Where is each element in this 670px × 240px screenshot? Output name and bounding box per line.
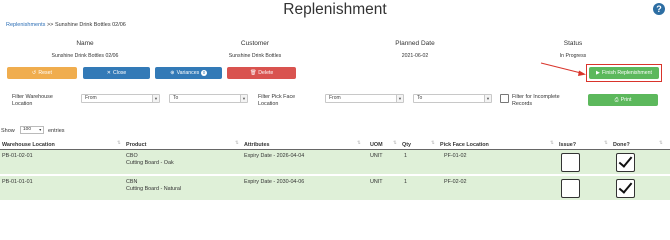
reset-button[interactable]: ↺ Reset [7, 67, 77, 79]
cell-warehouse-location: PB-01-01-01 [2, 179, 33, 185]
cell-product-code: CBO [126, 153, 138, 159]
issue-checkbox[interactable] [561, 179, 580, 198]
breadcrumb-separator: >> [46, 22, 54, 28]
pickface-from-value: From [329, 95, 341, 101]
sort-icon[interactable]: ⇅ [604, 140, 608, 146]
filter-pickface-label-line2: Location [258, 101, 279, 107]
cell-qty: 1 [404, 179, 407, 185]
chevron-down-icon: ▼ [38, 128, 42, 132]
warehouse-to-select[interactable]: To ▼ [169, 94, 248, 103]
show-label: Show [1, 128, 15, 134]
delete-button-label: Delete [258, 70, 274, 76]
cell-uom: UNIT [370, 179, 383, 185]
delete-button[interactable]: 🗑 Delete [227, 67, 296, 79]
filter-incomplete-label-line2: Records [512, 101, 533, 107]
sort-icon[interactable]: ⇅ [357, 140, 361, 146]
col-qty[interactable]: Qty [402, 142, 411, 148]
cell-attributes: Expiry Date - 2030-04-06 [244, 179, 305, 185]
cell-product-name: Cutting Board - Oak [126, 160, 174, 166]
undo-icon: ↺ [32, 70, 37, 76]
table-row: PB-01-02-01 CBO Cutting Board - Oak Expi… [0, 150, 670, 175]
done-checkbox[interactable] [616, 153, 635, 172]
filter-warehouse-label: Filter Warehouse Location [12, 94, 53, 108]
sort-icon[interactable]: ⇅ [235, 140, 239, 146]
incomplete-records-checkbox[interactable] [500, 94, 509, 103]
filter-warehouse-label-line1: Filter Warehouse [12, 94, 53, 100]
col-attributes[interactable]: Attributes [244, 142, 269, 148]
table-row: PB-01-01-01 CBN Cutting Board - Natural … [0, 176, 670, 201]
name-label: Name [76, 40, 94, 47]
filter-incomplete-label-line1: Filter for Incomplete [512, 94, 560, 100]
sort-icon[interactable]: ⇅ [117, 140, 121, 146]
variances-count-badge: 0 [201, 70, 207, 76]
print-button[interactable]: ⎙ Print [588, 94, 658, 106]
filter-pickface-label: Filter Pick Face Location [258, 94, 295, 108]
finish-replenishment-label: Finish Replenishment [602, 70, 652, 76]
entries-per-page-select[interactable]: 100 ▼ [20, 126, 44, 134]
planned-date-value: 2021-06-02 [401, 53, 429, 59]
question-circle-icon[interactable]: ? [653, 3, 665, 15]
breadcrumb-replenishments-link[interactable]: Replenishments [6, 22, 45, 28]
col-uom[interactable]: UOM [370, 142, 383, 148]
breadcrumb: Replenishments >> Sunshine Drink Bottles… [6, 22, 126, 28]
customer-label: Customer [240, 40, 270, 47]
cell-product-name: Cutting Board - Natural [126, 186, 182, 192]
cell-uom: UNIT [370, 153, 383, 159]
warehouse-from-select[interactable]: From ▼ [81, 94, 160, 103]
pickface-from-select[interactable]: From ▼ [325, 94, 404, 103]
name-value: Sunshine Drink Bottles 02/06 [51, 53, 119, 59]
chevron-down-icon: ▼ [484, 95, 491, 102]
cell-attributes: Expiry Date - 2026-04-04 [244, 153, 305, 159]
page-title: Replenishment [283, 1, 387, 18]
pickface-to-select[interactable]: To ▼ [413, 94, 492, 103]
cell-pick-face-location: PF-02-02 [444, 179, 467, 185]
cell-warehouse-location: PB-01-02-01 [2, 153, 33, 159]
reset-button-label: Reset [38, 70, 52, 76]
status-label: Status [563, 40, 583, 47]
pickface-to-value: To [417, 95, 423, 101]
cell-qty: 1 [404, 153, 407, 159]
sort-icon[interactable]: ⇅ [550, 140, 554, 146]
chevron-down-icon: ▼ [396, 95, 403, 102]
col-product[interactable]: Product [126, 142, 146, 148]
col-done[interactable]: Done? [613, 142, 630, 148]
status-value: In Progress [559, 53, 587, 59]
entries-per-page-value: 100 [23, 127, 32, 132]
customer-value: Sunshine Drink Bottles [228, 53, 282, 59]
warehouse-from-value: From [85, 95, 97, 101]
play-icon: ▶ [596, 70, 601, 76]
chevron-down-icon: ▼ [152, 95, 159, 102]
print-button-label: Print [620, 97, 632, 103]
entries-label: entries [48, 128, 65, 134]
col-pick-face-location[interactable]: Pick Face Location [440, 142, 489, 148]
variances-button[interactable]: ⊕ Variances 0 [155, 67, 222, 79]
filter-incomplete-label: Filter for Incomplete Records [512, 94, 560, 108]
sort-icon[interactable]: ⇅ [659, 140, 663, 146]
done-checkbox[interactable] [616, 179, 635, 198]
close-button-label: Close [113, 70, 127, 76]
cell-product-code: CBN [126, 179, 138, 185]
variances-button-label: Variances [176, 70, 200, 76]
trash-icon: 🗑 [249, 70, 257, 76]
filter-pickface-label-line1: Filter Pick Face [258, 94, 296, 100]
col-issue[interactable]: Issue? [559, 142, 576, 148]
close-icon: ✕ [106, 70, 112, 76]
warehouse-to-value: To [173, 95, 179, 101]
close-button[interactable]: ✕ Close [83, 67, 150, 79]
sort-icon[interactable]: ⇅ [431, 140, 435, 146]
filter-warehouse-label-line2: Location [12, 101, 33, 107]
planned-date-label: Planned Date [395, 40, 435, 47]
finish-replenishment-button[interactable]: ▶ Finish Replenishment [589, 67, 659, 79]
col-warehouse-location[interactable]: Warehouse Location [2, 142, 55, 148]
issue-checkbox[interactable] [561, 153, 580, 172]
chevron-down-icon: ▼ [240, 95, 247, 102]
breadcrumb-current: Sunshine Drink Bottles 02/06 [54, 22, 126, 28]
plus-circle-icon: ⊕ [170, 70, 175, 76]
sort-icon[interactable]: ⇅ [393, 140, 397, 146]
print-icon: ⎙ [614, 96, 619, 103]
cell-pick-face-location: PF-01-02 [444, 153, 467, 159]
